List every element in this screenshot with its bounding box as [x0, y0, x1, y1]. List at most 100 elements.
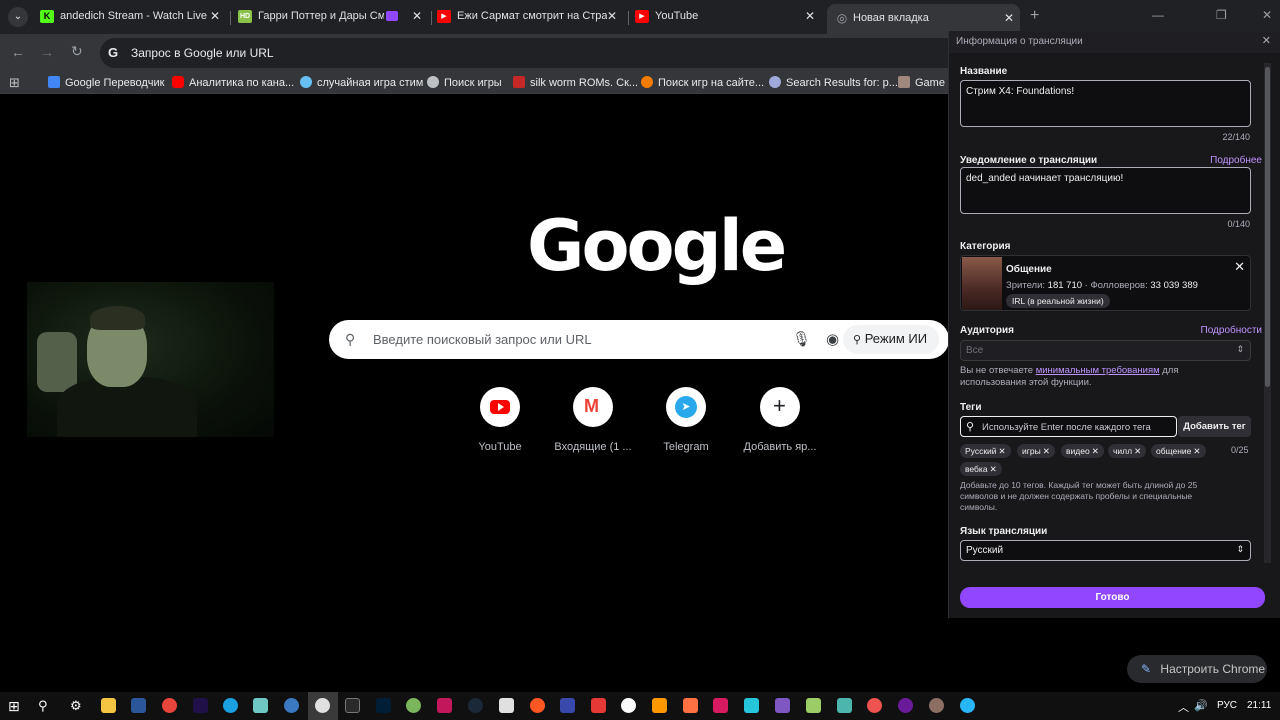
google-lens-icon[interactable]: ◉ — [826, 330, 839, 348]
app-icon[interactable] — [253, 698, 268, 713]
tab-harry-potter[interactable]: HD Гарри Поттер и Дары Смер ✕ — [238, 6, 428, 28]
minimize-icon[interactable]: — — [1152, 8, 1164, 22]
done-button[interactable]: Готово — [960, 587, 1265, 608]
close-window-icon[interactable]: ✕ — [1262, 8, 1272, 22]
bookmark-game-site[interactable]: Поиск игр на сайте... — [641, 76, 764, 89]
audience-details-link[interactable]: Подробности — [1201, 325, 1262, 336]
category-card[interactable]: Общение Зрители: 181 710 · Фолловеров: 3… — [960, 255, 1251, 311]
audience-select[interactable]: Все ⇕ — [960, 340, 1251, 361]
bookmark-game-p[interactable]: Game p — [898, 76, 954, 89]
ai-mode-button[interactable]: ⚲ Режим ИИ — [843, 325, 940, 354]
tab-youtube[interactable]: ▶ YouTube ✕ — [635, 6, 821, 28]
bookmark-random-steam[interactable]: случайная игра стим — [300, 76, 423, 89]
obs-icon[interactable] — [315, 698, 330, 713]
globe-icon[interactable] — [284, 698, 299, 713]
app-icon[interactable] — [591, 698, 606, 713]
app-icon[interactable] — [406, 698, 421, 713]
epic-games-icon[interactable] — [345, 698, 360, 713]
app-icon[interactable] — [652, 698, 667, 713]
premiere-icon[interactable] — [193, 698, 208, 713]
shortcut-gmail[interactable]: M Входящие (1 ... — [548, 387, 638, 453]
microphone-icon[interactable]: 🎙 — [792, 330, 811, 348]
tags-input[interactable]: ⚲ Используйте Enter после каждого тега — [960, 416, 1177, 437]
bookmark-search-results[interactable]: Search Results for: p... — [769, 76, 898, 89]
tag-chip[interactable]: Русский ✕ — [960, 444, 1011, 458]
tab-new-tab[interactable]: ◎ Новая вкладка ✕ — [827, 4, 1020, 34]
tag-chip[interactable]: игры ✕ — [1017, 444, 1055, 458]
app-icon[interactable] — [683, 698, 698, 713]
clock[interactable]: 21:11 — [1247, 700, 1271, 711]
tag-chip[interactable]: вебка ✕ — [960, 462, 1002, 476]
add-tag-button[interactable]: Добавить тег — [1178, 416, 1251, 437]
tray-overflow-icon[interactable]: ︿ — [1178, 699, 1189, 715]
chrome-icon[interactable] — [162, 698, 177, 713]
title-label: Название — [960, 66, 1008, 77]
search-box[interactable]: ⚲ Введите поисковый запрос или URL 🎙 ◉ ⚲… — [329, 320, 949, 359]
shortcut-telegram[interactable]: ➤ Telegram — [641, 387, 731, 453]
bookmark-analytics[interactable]: Аналитика по кана... — [172, 76, 294, 89]
bookmark-game-search[interactable]: Поиск игры — [427, 76, 502, 89]
app-icon[interactable] — [929, 698, 944, 713]
notification-field[interactable]: ded_anded начинает трансляцию! — [960, 167, 1251, 214]
volume-icon[interactable]: 🔊 — [1194, 699, 1208, 712]
bookmark-silk-worm[interactable]: silk worm ROMs. Ск... — [513, 76, 638, 89]
language-select[interactable]: Русский ⇕ — [960, 540, 1251, 561]
search-input[interactable]: Введите поисковый запрос или URL — [373, 332, 592, 347]
notification-more-link[interactable]: Подробнее — [1210, 155, 1262, 166]
windows-start-icon[interactable]: ⊞ — [8, 699, 23, 714]
telegram-icon: ➤ — [666, 387, 706, 427]
close-icon[interactable]: ✕ — [412, 9, 422, 23]
apps-grid-icon[interactable]: ⊞ — [9, 75, 20, 91]
app-icon[interactable] — [867, 698, 882, 713]
close-icon[interactable]: ✕ — [805, 9, 815, 23]
shortcut-add[interactable]: + Добавить яр... — [735, 387, 825, 453]
customize-chrome-button[interactable]: ✎ Настроить Chrome — [1127, 655, 1267, 683]
tag-chip[interactable]: видео ✕ — [1061, 444, 1104, 458]
bookmark-google-translate[interactable]: Google Переводчик — [48, 76, 165, 89]
app-icon[interactable] — [713, 698, 728, 713]
panel-scrollbar[interactable] — [1264, 63, 1271, 563]
back-icon[interactable]: ← — [11, 44, 25, 60]
app-icon[interactable] — [530, 698, 545, 713]
word-icon[interactable] — [131, 698, 146, 713]
shortcut-youtube[interactable]: YouTube — [455, 387, 545, 453]
tab-sarmat[interactable]: ▶ Ежи Сармат смотрит на Страд ✕ — [437, 6, 623, 28]
calculator-icon[interactable] — [499, 698, 514, 713]
min-requirements-link[interactable]: минимальным требованиям — [1036, 365, 1160, 376]
tab-kick[interactable]: K andedich Stream - Watch Live o ✕ — [40, 6, 226, 28]
app-icon[interactable] — [837, 698, 852, 713]
tab-search-button[interactable]: ⌄ — [8, 7, 28, 27]
settings-icon[interactable]: ⚙ — [70, 698, 85, 713]
reload-icon[interactable]: ↻ — [71, 43, 83, 60]
followers-label: · Фолловеров: — [1084, 280, 1148, 291]
close-icon[interactable]: ✕ — [1262, 34, 1271, 47]
address-bar[interactable]: G Запрос в Google или URL — [100, 38, 1000, 68]
app-icon[interactable] — [960, 698, 975, 713]
close-icon[interactable]: ✕ — [1004, 11, 1014, 25]
vpn-icon[interactable] — [560, 698, 575, 713]
file-explorer-icon[interactable] — [101, 698, 116, 713]
gamepad-icon[interactable] — [775, 698, 790, 713]
search-icon[interactable]: ⚲ — [38, 698, 53, 713]
app-icon[interactable] — [806, 698, 821, 713]
title-field[interactable]: Стрим X4: Foundations! — [960, 80, 1251, 127]
app-icon[interactable] — [898, 698, 913, 713]
kick-icon: K — [40, 10, 54, 23]
app-icon[interactable] — [437, 698, 452, 713]
tag-chip[interactable]: общение ✕ — [1151, 444, 1206, 458]
youtube-icon — [172, 76, 184, 88]
forward-icon[interactable]: → — [40, 44, 54, 60]
edge-icon[interactable] — [223, 698, 238, 713]
photoshop-icon[interactable] — [376, 698, 391, 713]
shortcut-label: Telegram — [663, 441, 709, 453]
new-tab-button[interactable]: + — [1030, 7, 1039, 25]
input-language[interactable]: РУС — [1217, 700, 1237, 711]
close-icon[interactable]: ✕ — [607, 9, 617, 23]
app-icon[interactable] — [744, 698, 759, 713]
close-icon[interactable]: ✕ — [210, 9, 220, 23]
restore-icon[interactable]: ❐ — [1216, 8, 1227, 22]
steam-icon[interactable] — [468, 698, 483, 713]
tag-chip[interactable]: чилл ✕ — [1108, 444, 1147, 458]
app-icon[interactable] — [621, 698, 636, 713]
remove-category-icon[interactable]: ✕ — [1234, 259, 1245, 275]
